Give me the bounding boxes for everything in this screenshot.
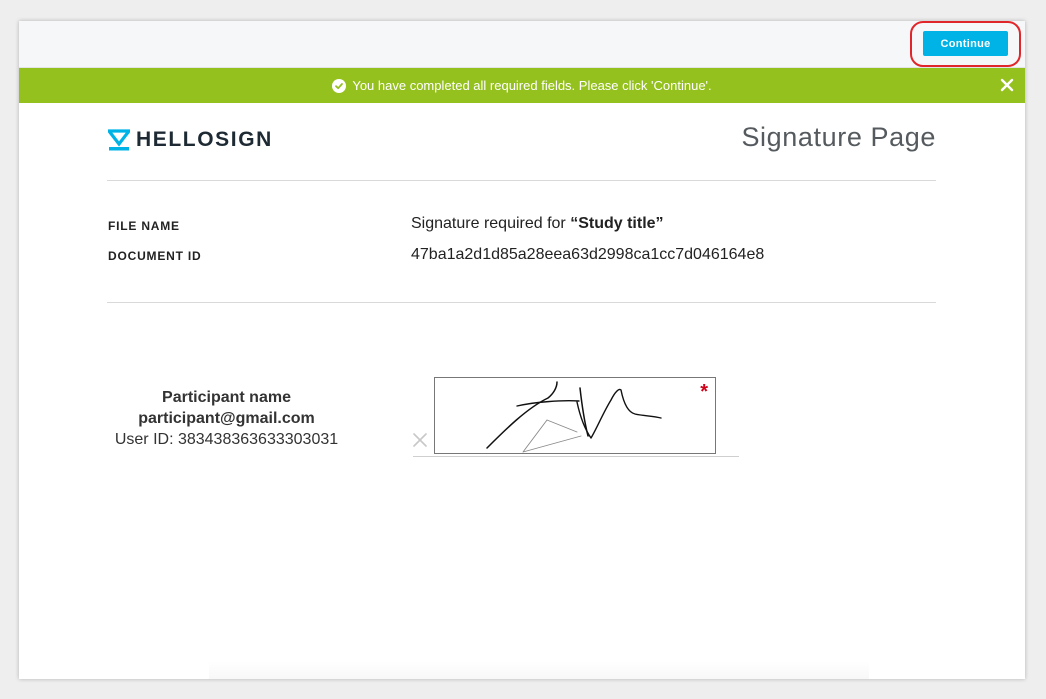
signing-window: Continue You have completed all required… (19, 21, 1025, 679)
continue-button[interactable]: Continue (923, 31, 1008, 56)
logo-text: HELLOSIGN (136, 128, 273, 151)
file-name-title: “Study title” (570, 215, 664, 232)
file-name-value: Signature required for “Study title” (411, 215, 664, 233)
close-icon[interactable] (413, 433, 427, 447)
hellosign-logo-icon (108, 129, 130, 151)
divider-top (107, 180, 936, 181)
file-name-prefix: Signature required for (411, 215, 571, 232)
document-id-label: DOCUMENT ID (108, 249, 202, 263)
document-id-value: 47ba1a2d1d85a28eea63d2998ca1cc7d046164e8 (411, 246, 765, 263)
check-circle-icon (332, 78, 347, 93)
top-toolbar: Continue (19, 21, 1025, 68)
signer-user-id: User ID: 383438363633303031 (114, 431, 339, 448)
hellosign-logo: HELLOSIGN (108, 128, 273, 152)
signature-baseline (413, 456, 739, 457)
signature-field[interactable]: * (434, 377, 716, 454)
banner-message: You have completed all required fields. … (352, 78, 712, 93)
page-title: Signature Page (741, 122, 936, 152)
file-name-label: FILE NAME (108, 219, 180, 233)
divider-bottom (107, 302, 936, 303)
completion-banner: You have completed all required fields. … (19, 68, 1025, 103)
signature-drawing (486, 381, 662, 453)
bottom-shadow (209, 661, 869, 679)
required-marker: * (700, 381, 708, 403)
close-icon[interactable] (999, 77, 1015, 93)
signer-email: participant@gmail.com (138, 410, 315, 427)
signer-name: Participant name (162, 389, 291, 406)
signer-info: Participant name participant@gmail.com U… (99, 387, 354, 450)
